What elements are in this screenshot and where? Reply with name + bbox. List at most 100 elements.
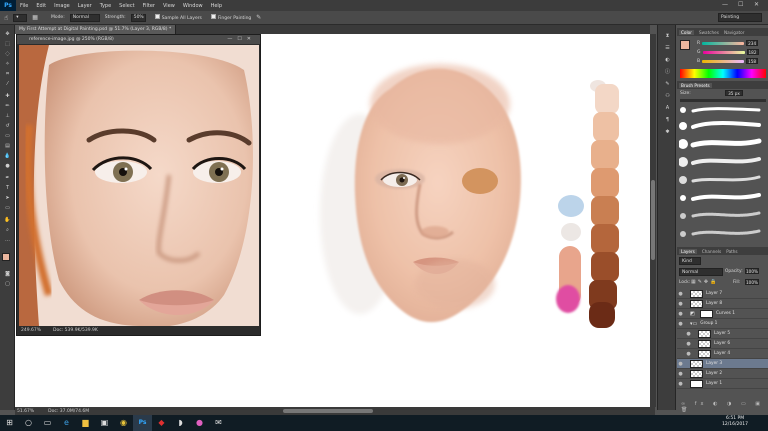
size-value[interactable]: 35 px: [725, 90, 743, 96]
info-icon[interactable]: ⓘ: [663, 69, 672, 76]
smudge-tool-icon[interactable]: ☝: [4, 14, 8, 22]
zoom-tool-icon[interactable]: ⌕: [3, 227, 12, 234]
properties-icon[interactable]: ☰: [663, 45, 672, 52]
opacity-value[interactable]: 100%: [745, 268, 759, 274]
layer-row[interactable]: ● Layer 4: [677, 349, 768, 359]
lasso-tool-icon[interactable]: ◌: [3, 51, 12, 58]
eye-icon[interactable]: ●: [677, 301, 684, 307]
green-bar[interactable]: [702, 50, 745, 54]
mail-icon[interactable]: ✉: [209, 415, 228, 431]
horizontal-scroll-thumb[interactable]: [283, 409, 373, 413]
stamp-tool-icon[interactable]: ⊥: [3, 113, 12, 120]
eye-icon[interactable]: ●: [685, 351, 692, 357]
minimize-button[interactable]: —: [722, 1, 728, 8]
workspace-select[interactable]: Painting: [718, 13, 762, 22]
file-explorer-icon[interactable]: ▆: [76, 415, 95, 431]
tab-navigator[interactable]: Navigator: [724, 30, 745, 35]
screen-mode-icon[interactable]: ▢: [3, 281, 12, 288]
blend-mode-select[interactable]: Normal: [679, 268, 723, 276]
edge-icon[interactable]: e: [57, 415, 76, 431]
color-ramp[interactable]: [680, 69, 766, 78]
app-icon-white[interactable]: ◗: [171, 415, 190, 431]
layer-row[interactable]: ● Layer 7: [677, 289, 768, 299]
tab-paths[interactable]: Paths: [726, 249, 737, 254]
maximize-button[interactable]: ☐: [738, 1, 743, 8]
chrome-icon[interactable]: ◉: [114, 415, 133, 431]
blur-tool-icon[interactable]: 💧: [3, 153, 12, 160]
brush-picker[interactable]: ▾: [13, 13, 28, 22]
layer-row[interactable]: ● Layer 2: [677, 369, 768, 379]
layer-row[interactable]: ● Layer 6: [677, 339, 768, 349]
layer-row-selected[interactable]: ● Layer 3: [677, 359, 768, 369]
reference-window-controls[interactable]: —☐✕: [227, 35, 256, 44]
adjustments-icon[interactable]: ◐: [663, 57, 672, 64]
move-tool-icon[interactable]: ✥: [3, 31, 12, 38]
healing-tool-icon[interactable]: ✚: [3, 93, 12, 100]
clone-source-icon[interactable]: ⚇: [663, 93, 672, 100]
brush-settings-icon[interactable]: ▦: [32, 14, 38, 21]
vertical-scroll-thumb[interactable]: [651, 180, 655, 260]
blue-slider[interactable]: B 158: [697, 57, 767, 65]
red-bar[interactable]: [702, 41, 745, 45]
search-icon[interactable]: ○: [19, 415, 38, 431]
reference-zoom[interactable]: 249.67%: [21, 328, 41, 333]
fill-value[interactable]: 100%: [745, 279, 759, 285]
sample-all-checkbox[interactable]: Sample All Layers: [154, 14, 202, 21]
more-tools-icon[interactable]: …: [3, 237, 12, 244]
eye-icon[interactable]: ●: [677, 321, 684, 327]
layer-row[interactable]: ● Layer 8: [677, 299, 768, 309]
path-select-tool-icon[interactable]: ➤: [3, 195, 12, 202]
menu-type[interactable]: Type: [96, 3, 115, 9]
menu-view[interactable]: View: [159, 3, 179, 9]
tab-layers[interactable]: Layers: [679, 248, 697, 254]
green-slider[interactable]: G 182: [697, 48, 767, 56]
marquee-tool-icon[interactable]: ⬚: [3, 41, 12, 48]
eye-icon[interactable]: ●: [677, 311, 684, 317]
menu-window[interactable]: Window: [179, 3, 207, 9]
eye-icon[interactable]: ●: [677, 361, 684, 367]
quick-mask-icon[interactable]: ◙: [3, 271, 12, 278]
styles-icon[interactable]: ✱: [663, 129, 672, 136]
foreground-color-swatch[interactable]: [2, 253, 10, 261]
menu-image[interactable]: Image: [50, 3, 74, 9]
photoshop-taskbar-icon[interactable]: Ps: [133, 415, 152, 431]
eye-icon[interactable]: ●: [677, 371, 684, 377]
gradient-tool-icon[interactable]: ▤: [3, 143, 12, 150]
quick-select-tool-icon[interactable]: ✧: [3, 61, 12, 68]
eye-icon[interactable]: ●: [677, 381, 684, 387]
task-view-icon[interactable]: ▭: [38, 415, 57, 431]
taskbar-clock[interactable]: 6:51 PM 12/16/2017: [722, 416, 748, 428]
brush-tool-icon[interactable]: ✏: [3, 103, 12, 110]
layer-panel-footer-icons[interactable]: ∞ fx ◐ ◑ ▭ ▣ 🗑: [681, 401, 768, 413]
foreground-swatch[interactable]: [680, 40, 690, 50]
app-icon-pink[interactable]: ●: [190, 415, 209, 431]
layer-row[interactable]: ● Layer 5: [677, 329, 768, 339]
brush-preset-list[interactable]: [679, 105, 765, 245]
group-row[interactable]: ● ▾▭ Group 1: [677, 319, 768, 329]
menu-edit[interactable]: Edit: [32, 3, 50, 9]
history-brush-icon[interactable]: ↺: [3, 123, 12, 130]
size-slider[interactable]: [680, 99, 766, 102]
history-icon[interactable]: ⧗: [663, 33, 672, 40]
tab-brush-presets[interactable]: Brush Presets: [679, 82, 712, 88]
document-tab[interactable]: My First Attempt at Digital Painting.psd…: [15, 25, 177, 34]
crop-tool-icon[interactable]: ⌗: [3, 71, 12, 78]
layer-row[interactable]: ● Layer 1: [677, 379, 768, 389]
green-value[interactable]: 182: [746, 49, 759, 55]
type-tool-icon[interactable]: T: [3, 185, 12, 192]
red-slider[interactable]: R 234: [697, 39, 767, 47]
layer-filter-kind[interactable]: Kind: [679, 257, 701, 265]
close-button[interactable]: ✕: [754, 1, 759, 8]
hand-tool-icon[interactable]: ✋: [3, 217, 12, 224]
eye-icon[interactable]: ●: [685, 331, 692, 337]
menu-filter[interactable]: Filter: [139, 3, 159, 9]
blue-bar[interactable]: [702, 59, 745, 63]
tab-color[interactable]: Color: [679, 29, 694, 35]
menu-layer[interactable]: Layer: [74, 3, 96, 9]
finger-painting-checkbox[interactable]: Finger Painting: [210, 14, 251, 21]
app-icon-red[interactable]: ◆: [152, 415, 171, 431]
blue-value[interactable]: 158: [746, 58, 759, 64]
windows-start-icon[interactable]: ⊞: [0, 415, 19, 431]
menu-select[interactable]: Select: [115, 3, 138, 9]
pressure-icon[interactable]: ✎: [256, 14, 261, 21]
